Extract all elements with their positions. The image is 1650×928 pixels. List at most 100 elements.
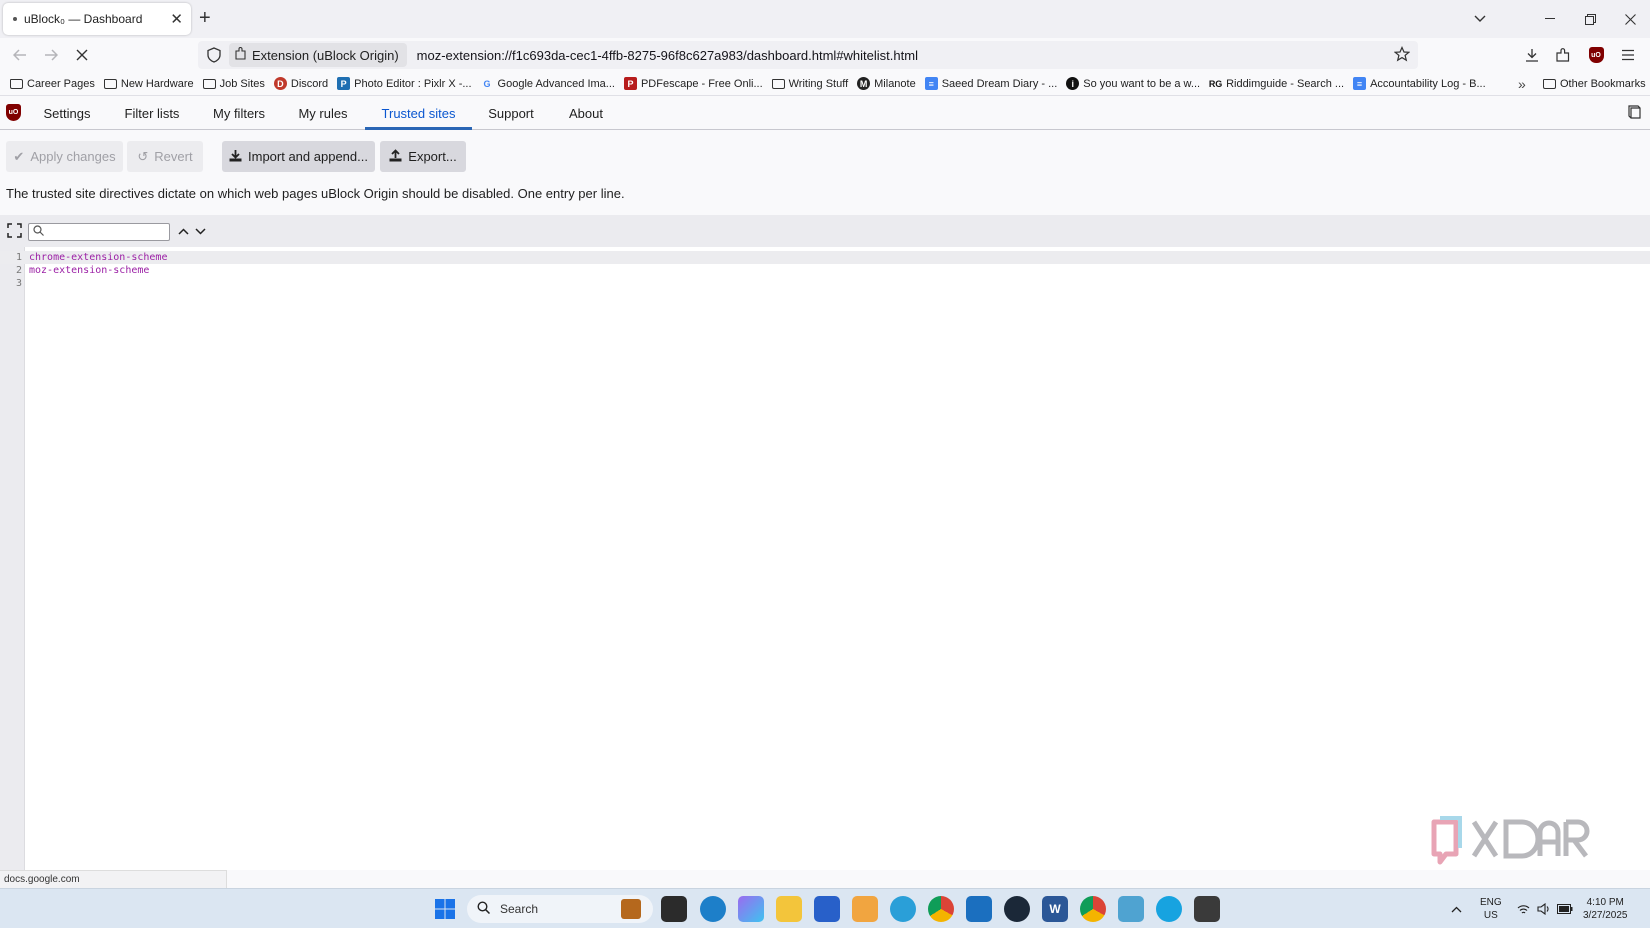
export-button[interactable]: Export...	[380, 141, 466, 172]
chrome-profile-icon[interactable]	[1080, 896, 1106, 922]
start-icon[interactable]	[432, 896, 458, 922]
book-icon[interactable]	[1627, 104, 1642, 123]
forward-icon[interactable]	[37, 41, 65, 69]
volume-icon[interactable]	[1537, 889, 1551, 928]
tab-support[interactable]: Support	[482, 97, 540, 129]
tracking-protection-icon[interactable]	[206, 47, 222, 63]
tab-my-filters[interactable]: My filters	[202, 97, 276, 129]
briefcase-icon	[621, 899, 641, 919]
region-code: US	[1483, 910, 1498, 921]
browser-app-icon[interactable]	[890, 896, 916, 922]
import-label: Import and append...	[248, 149, 368, 164]
tab-about[interactable]: About	[561, 97, 611, 129]
menu-icon[interactable]	[1614, 41, 1642, 69]
upload-icon	[389, 148, 402, 165]
downloads-icon[interactable]	[1518, 41, 1546, 69]
app-icon[interactable]	[1118, 896, 1144, 922]
bookmark-item[interactable]: D Discord	[273, 77, 328, 90]
bookmark-item[interactable]: Career Pages	[10, 78, 95, 90]
ublock-logo-icon: uO	[6, 104, 21, 121]
word-icon[interactable]: W	[1042, 896, 1068, 922]
find-previous-icon[interactable]	[176, 223, 190, 239]
new-tab-button[interactable]: +	[199, 8, 211, 28]
clock-date: 3/27/2025	[1583, 910, 1628, 921]
editor-line[interactable]: 1 chrome-extension-scheme	[0, 251, 1650, 264]
bookmark-item[interactable]: Writing Stuff	[771, 78, 848, 90]
wifi-icon[interactable]	[1517, 889, 1530, 928]
back-icon[interactable]	[6, 41, 34, 69]
url-text[interactable]: moz-extension://f1c693da-cec1-4ffb-8275-…	[417, 48, 918, 63]
tab-my-rules[interactable]: My rules	[289, 97, 357, 129]
language-indicator[interactable]: ENG US	[1480, 889, 1502, 928]
bookmark-item[interactable]: New Hardware	[103, 78, 194, 90]
line-text[interactable]: chrome-extension-scheme	[29, 251, 167, 264]
browser-tab[interactable]: uBlock₀ — Dashboard ✕	[3, 3, 191, 35]
steam-icon[interactable]	[1004, 896, 1030, 922]
stop-loading-icon[interactable]	[68, 41, 96, 69]
restore-icon[interactable]	[1570, 0, 1610, 38]
close-tab-icon[interactable]: ✕	[170, 10, 183, 28]
fullscreen-icon[interactable]	[7, 223, 22, 238]
bookmark-label: So you want to be a w...	[1083, 77, 1201, 90]
tab-trusted-sites[interactable]: Trusted sites	[365, 97, 472, 130]
apply-changes-button[interactable]: ✔ Apply changes	[6, 141, 123, 172]
more-bookmarks-icon[interactable]: »	[1518, 72, 1526, 96]
bookmark-item[interactable]: ≡ Accountability Log - B...	[1353, 77, 1486, 90]
xda-watermark-logo	[1431, 816, 1590, 865]
copilot-icon[interactable]	[738, 896, 764, 922]
navigation-bar: Extension (uBlock Origin) moz-extension:…	[0, 38, 1650, 72]
tab-loading-indicator	[13, 17, 17, 21]
firefox-icon[interactable]	[1156, 896, 1182, 922]
other-bookmarks-folder[interactable]: Other Bookmarks	[1543, 72, 1646, 96]
close-window-icon[interactable]	[1610, 0, 1650, 38]
store-icon[interactable]	[814, 896, 840, 922]
file-explorer-icon[interactable]	[776, 896, 802, 922]
trusted-sites-editor[interactable]: 1 chrome-extension-scheme 2 moz-extensio…	[0, 247, 1650, 870]
editor-line[interactable]: 3	[0, 277, 1650, 290]
line-number: 2	[15, 265, 22, 276]
task-view-icon[interactable]	[661, 896, 687, 922]
bookmark-label: Job Sites	[219, 77, 265, 90]
app-hex-icon[interactable]	[1194, 896, 1220, 922]
show-hidden-icons[interactable]	[1451, 889, 1462, 928]
bookmark-star-icon[interactable]	[1393, 46, 1411, 67]
media-player-icon[interactable]	[852, 896, 878, 922]
line-text[interactable]: moz-extension-scheme	[29, 264, 149, 277]
list-all-tabs-icon[interactable]	[1460, 0, 1500, 38]
revert-button[interactable]: ↺ Revert	[127, 141, 203, 172]
bookmark-item[interactable]: G Google Advanced Ima...	[481, 77, 615, 90]
tab-filter-lists[interactable]: Filter lists	[114, 97, 190, 129]
battery-icon[interactable]	[1557, 889, 1573, 928]
line-number: 3	[15, 278, 22, 289]
chrome-icon[interactable]	[928, 896, 954, 922]
find-next-icon[interactable]	[193, 223, 207, 239]
milanote-icon: M	[857, 77, 871, 90]
edge-icon[interactable]	[700, 896, 726, 922]
bookmark-label: Career Pages	[27, 77, 95, 90]
ublock-origin-icon[interactable]: uO	[1582, 41, 1610, 69]
site-identity-button[interactable]: Extension (uBlock Origin)	[229, 43, 407, 67]
bookmark-item[interactable]: RG Riddimguide - Search ...	[1209, 77, 1344, 90]
tab-settings[interactable]: Settings	[33, 97, 101, 129]
download-icon	[229, 149, 242, 165]
taskbar-search-placeholder: Search	[500, 902, 539, 916]
bookmark-item[interactable]: P PDFescape - Free Onli...	[623, 77, 763, 90]
clock-time: 4:10 PM	[1586, 897, 1624, 908]
folder-icon	[202, 78, 216, 89]
bookmark-item[interactable]: i So you want to be a w...	[1066, 77, 1200, 90]
find-input[interactable]	[28, 223, 170, 241]
address-bar[interactable]: Extension (uBlock Origin) moz-extension:…	[198, 41, 1418, 69]
photos-icon[interactable]	[966, 896, 992, 922]
extensions-icon[interactable]	[1549, 41, 1577, 69]
bookmark-item[interactable]: P Photo Editor : Pixlr X -...	[337, 77, 472, 90]
bookmark-item[interactable]: ≡ Saeed Dream Diary - ...	[924, 77, 1057, 90]
bookmark-item[interactable]: M Milanote	[857, 77, 916, 90]
line-number-gutter	[0, 247, 25, 870]
import-button[interactable]: Import and append...	[222, 141, 375, 172]
search-icon	[477, 901, 491, 917]
clock[interactable]: 4:10 PM 3/27/2025	[1583, 889, 1628, 928]
bookmark-item[interactable]: Job Sites	[202, 77, 265, 90]
taskbar-search[interactable]: Search	[467, 895, 653, 923]
minimize-icon[interactable]	[1530, 0, 1570, 38]
editor-line[interactable]: 2 moz-extension-scheme	[0, 264, 1650, 277]
